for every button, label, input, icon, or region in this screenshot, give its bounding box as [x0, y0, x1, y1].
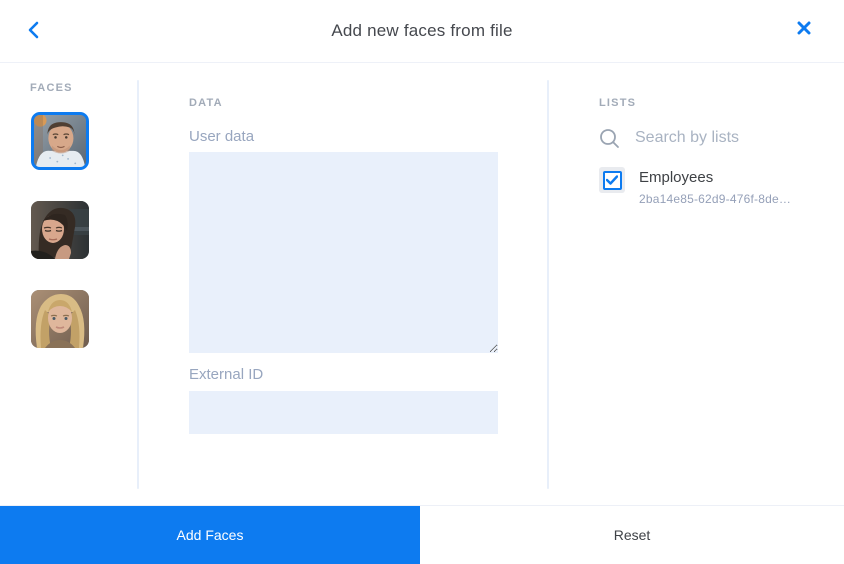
- reset-button[interactable]: Reset: [420, 506, 844, 564]
- divider-faces-data: [137, 80, 139, 489]
- face-thumbnail[interactable]: [31, 201, 89, 259]
- add-faces-button[interactable]: Add Faces: [0, 506, 420, 564]
- checkbox-wrap[interactable]: [599, 167, 625, 193]
- search-icon: [599, 128, 620, 149]
- data-section-label: DATA: [189, 97, 223, 109]
- list-item-employees[interactable]: Employees 2ba14e85-62d9-476f-8de…: [599, 167, 829, 206]
- lists-search: [599, 124, 819, 152]
- list-item-name: Employees: [639, 168, 791, 187]
- lists-section-label: LISTS: [599, 97, 636, 109]
- close-icon: [797, 21, 811, 40]
- search-input[interactable]: [635, 129, 815, 147]
- page-title: Add new faces from file: [0, 21, 844, 41]
- close-button[interactable]: [790, 16, 818, 44]
- user-data-textarea[interactable]: [189, 152, 498, 353]
- add-faces-dialog: Add new faces from file FACES: [0, 0, 844, 564]
- list-item-id: 2ba14e85-62d9-476f-8de…: [639, 192, 791, 206]
- checkbox-checked[interactable]: [603, 171, 622, 190]
- woman-blonde-hair-image: [31, 290, 89, 348]
- face-thumbnail-selected[interactable]: [31, 112, 89, 170]
- check-icon: [606, 175, 618, 185]
- external-id-label: External ID: [189, 366, 263, 383]
- divider-data-lists: [547, 80, 549, 489]
- woman-dark-hair-image: [31, 201, 89, 259]
- dialog-footer: Add Faces Reset: [0, 505, 844, 564]
- list-item-texts: Employees 2ba14e85-62d9-476f-8de…: [639, 167, 791, 206]
- dialog-header: Add new faces from file: [0, 0, 844, 63]
- external-id-input[interactable]: [189, 391, 498, 434]
- face-thumbnail[interactable]: [31, 290, 89, 348]
- man-face-image: [34, 115, 86, 167]
- faces-section-label: FACES: [30, 82, 73, 94]
- user-data-label: User data: [189, 128, 254, 145]
